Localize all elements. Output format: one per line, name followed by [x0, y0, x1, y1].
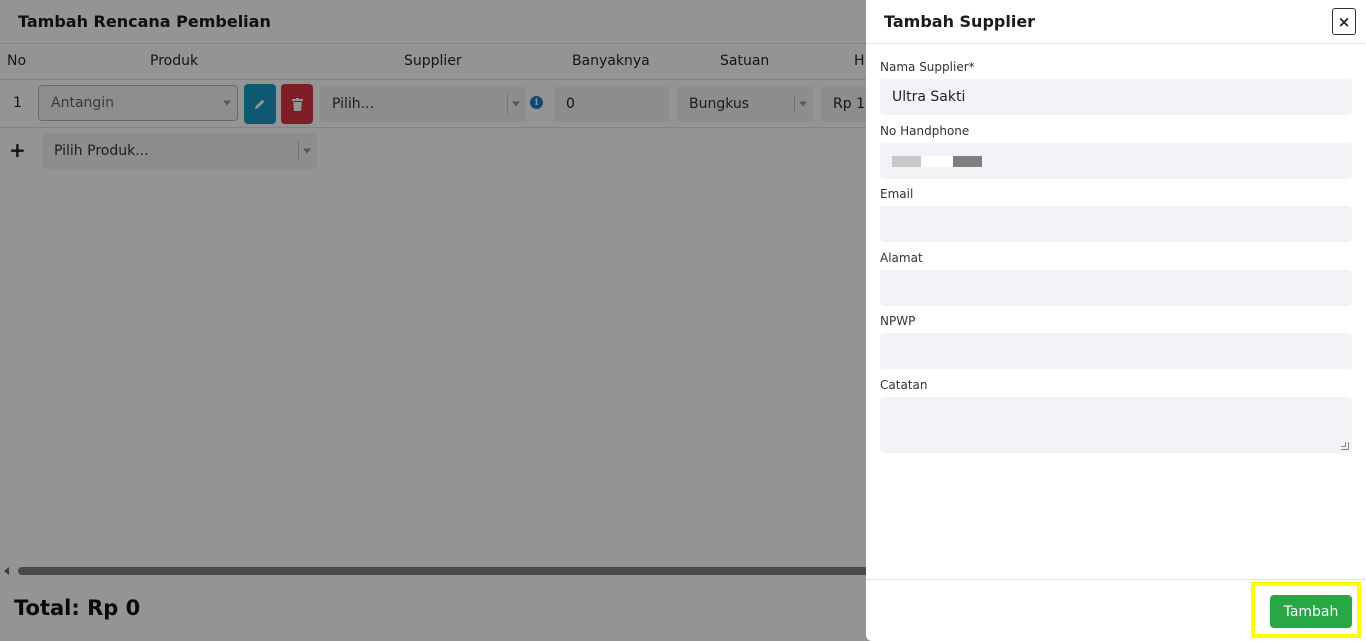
- close-icon: ×: [1337, 12, 1351, 31]
- email-input[interactable]: [880, 206, 1352, 242]
- modal-footer: Tambah: [866, 579, 1366, 641]
- no-handphone-input[interactable]: [880, 143, 1352, 179]
- redaction-block: [953, 155, 982, 167]
- npwp-label: NPWP: [880, 314, 916, 328]
- field-catatan: Catatan: [880, 378, 1352, 453]
- tambah-button[interactable]: Tambah: [1270, 595, 1352, 628]
- resize-handle-icon[interactable]: [1341, 442, 1349, 450]
- field-email: Email: [880, 187, 1352, 242]
- nama-supplier-label: Nama Supplier*: [880, 60, 975, 74]
- redaction-block: [892, 155, 921, 167]
- field-nama-supplier: Nama Supplier* Ultra Sakti: [880, 60, 1352, 115]
- field-no-handphone: No Handphone: [880, 124, 1352, 179]
- no-handphone-label: No Handphone: [880, 124, 970, 138]
- add-supplier-modal: Tambah Supplier × Nama Supplier* Ultra S…: [866, 0, 1366, 641]
- alamat-label: Alamat: [880, 251, 923, 265]
- npwp-input[interactable]: [880, 333, 1352, 369]
- alamat-input[interactable]: [880, 270, 1352, 306]
- modal-header: Tambah Supplier ×: [866, 0, 1366, 44]
- redaction-block: [921, 155, 953, 167]
- field-alamat: Alamat: [880, 251, 1352, 306]
- nama-supplier-value: Ultra Sakti: [892, 89, 966, 105]
- email-label: Email: [880, 187, 914, 201]
- catatan-textarea[interactable]: [880, 397, 1352, 453]
- modal-title: Tambah Supplier: [884, 12, 1036, 31]
- catatan-label: Catatan: [880, 378, 928, 392]
- tambah-button-label: Tambah: [1283, 603, 1339, 620]
- redacted-phone-value: [892, 155, 982, 167]
- nama-supplier-input[interactable]: Ultra Sakti: [880, 79, 1352, 115]
- field-npwp: NPWP: [880, 314, 1352, 369]
- close-button[interactable]: ×: [1332, 8, 1356, 35]
